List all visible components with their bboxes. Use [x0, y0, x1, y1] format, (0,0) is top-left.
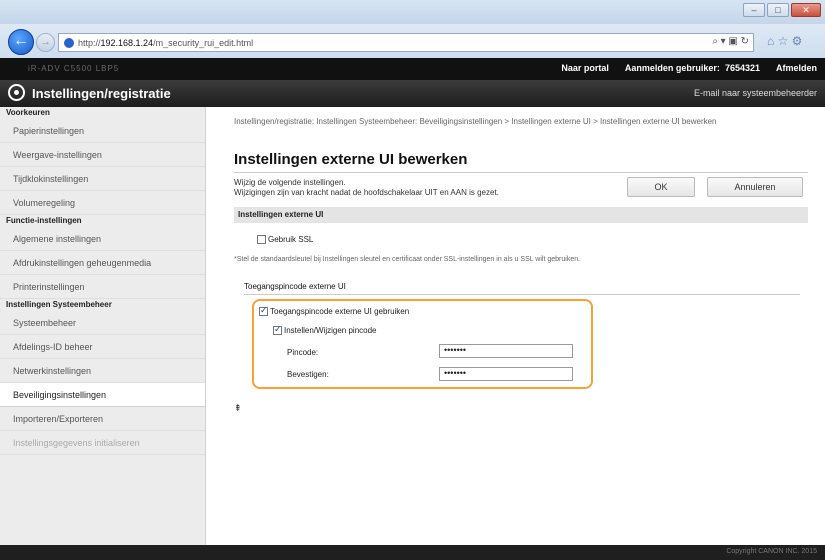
use-ssl-label: Gebruik SSL: [268, 235, 314, 244]
sidebar-item-afdrukinstellingen-geheugenmedia[interactable]: Afdrukinstellingen geheugenmedia: [0, 251, 205, 275]
copyright-text: Copyright CANON INC. 2015: [726, 548, 817, 555]
instructions: Wijzig de volgende instellingen. Wijzigi…: [234, 178, 499, 198]
section-header: Instellingen externe UI: [234, 207, 808, 223]
app-title: Instellingen/registratie: [32, 86, 171, 101]
maximize-button[interactable]: □: [767, 3, 789, 17]
login-user-info: Aanmelden gebruiker: 7654321: [625, 63, 760, 73]
page-title: Instellingen externe UI bewerken: [234, 151, 468, 168]
pin-label: Pincode:: [287, 348, 319, 357]
sidebar-section-title: Voorkeuren: [6, 108, 50, 117]
back-to-top-icon[interactable]: ⇞: [234, 403, 242, 414]
app-header: Instellingen/registratie E-mail naar sys…: [0, 80, 825, 107]
pin-input[interactable]: •••••••: [439, 344, 573, 358]
sidebar-item-netwerkinstellingen[interactable]: Netwerkinstellingen: [0, 359, 205, 383]
logout-link[interactable]: Afmelden: [776, 63, 817, 73]
url-tools[interactable]: ⌕ ▾ ▣ ↻: [712, 36, 749, 47]
sidebar-item-printerinstellingen[interactable]: Printerinstellingen: [0, 275, 205, 299]
back-button[interactable]: ←: [8, 29, 34, 55]
window-controls: – □ ✕: [743, 3, 821, 17]
sidebar-section-title: Functie-instellingen: [6, 216, 82, 225]
set-change-pin-row: Instellen/Wijzigen pincode: [273, 324, 377, 335]
instruction-line-2: Wijzigingen zijn van kracht nadat de hoo…: [234, 188, 499, 197]
sidebar-item-importeren-exporteren[interactable]: Importeren/Exporteren: [0, 407, 205, 431]
sidebar-section-title: Instellingen Systeembeheer: [6, 300, 112, 309]
confirm-label: Bevestigen:: [287, 370, 329, 379]
title-divider: [234, 172, 808, 173]
main-content: Instellingen/registratie: Instellingen S…: [207, 107, 825, 560]
sidebar-item-instellingsgegevens-initialiseren[interactable]: Instellingsgegevens initialiseren: [0, 431, 205, 455]
browser-toolbar-icons[interactable]: ⌂ ☆ ⚙: [767, 34, 802, 48]
breadcrumb: Instellingen/registratie: Instellingen S…: [234, 117, 717, 126]
browser-title-bar: – □ ✕: [0, 0, 825, 24]
settings-gear-icon: [8, 84, 25, 101]
sidebar-item-beveiligingsinstellingen[interactable]: Beveiligingsinstellingen: [0, 383, 205, 407]
use-pin-label: Toegangspincode externe UI gebruiken: [270, 307, 410, 316]
login-user-value: 7654321: [724, 63, 760, 73]
confirm-pin-input[interactable]: •••••••: [439, 367, 573, 381]
portal-link[interactable]: Naar portal: [561, 63, 609, 73]
use-ssl-checkbox[interactable]: [257, 235, 266, 244]
sidebar-item-systeembeheer[interactable]: Systeembeheer: [0, 311, 205, 335]
browser-address-bar: ← → http://192.168.1.24/m_security_rui_e…: [0, 24, 825, 58]
subheading-divider: [244, 294, 800, 295]
device-name: iR-ADV C5500 LBP5: [28, 64, 120, 73]
set-change-pin-checkbox[interactable]: [273, 324, 282, 335]
minimize-button[interactable]: –: [743, 3, 765, 17]
use-pin-checkbox[interactable]: [259, 305, 268, 316]
use-ssl-row: Gebruik SSL: [257, 235, 313, 244]
sidebar-item-afdelings-id-beheer[interactable]: Afdelings-ID beheer: [0, 335, 205, 359]
url-field[interactable]: http://192.168.1.24/m_security_rui_edit.…: [58, 33, 754, 52]
url-text: http://192.168.1.24/m_security_rui_edit.…: [78, 37, 254, 48]
footer: Copyright CANON INC. 2015: [0, 545, 825, 560]
login-user-label: Aanmelden gebruiker:: [624, 63, 720, 73]
ssl-note: *Stel de standaardsleutel bij Instelling…: [234, 256, 581, 263]
close-window-button[interactable]: ✕: [791, 3, 821, 17]
mail-admin-link[interactable]: E-mail naar systeembeheerder: [694, 88, 817, 98]
top-links: Naar portal Aanmelden gebruiker: 7654321…: [561, 63, 817, 73]
sidebar-item-weergave-instellingen[interactable]: Weergave-instellingen: [0, 143, 205, 167]
sidebar-item-tijdklokinstellingen[interactable]: Tijdklokinstellingen: [0, 167, 205, 191]
ok-button[interactable]: OK: [627, 177, 695, 197]
sidebar-item-volumeregeling[interactable]: Volumeregeling: [0, 191, 205, 215]
sidebar: Voorkeuren Papierinstellingen Weergave-i…: [0, 107, 206, 560]
sidebar-item-algemene-instellingen[interactable]: Algemene instellingen: [0, 227, 205, 251]
set-change-pin-label: Instellen/Wijzigen pincode: [284, 326, 377, 335]
forward-button[interactable]: →: [36, 33, 55, 52]
pin-subheading: Toegangspincode externe UI: [244, 282, 346, 291]
use-pin-row: Toegangspincode externe UI gebruiken: [259, 305, 410, 316]
cancel-button[interactable]: Annuleren: [707, 177, 803, 197]
instruction-line-1: Wijzig de volgende instellingen.: [234, 178, 346, 187]
top-bar: iR-ADV C5500 LBP5 Naar portal Aanmelden …: [0, 58, 825, 80]
sidebar-item-papierinstellingen[interactable]: Papierinstellingen: [0, 119, 205, 143]
ie-page-icon: [64, 37, 74, 48]
